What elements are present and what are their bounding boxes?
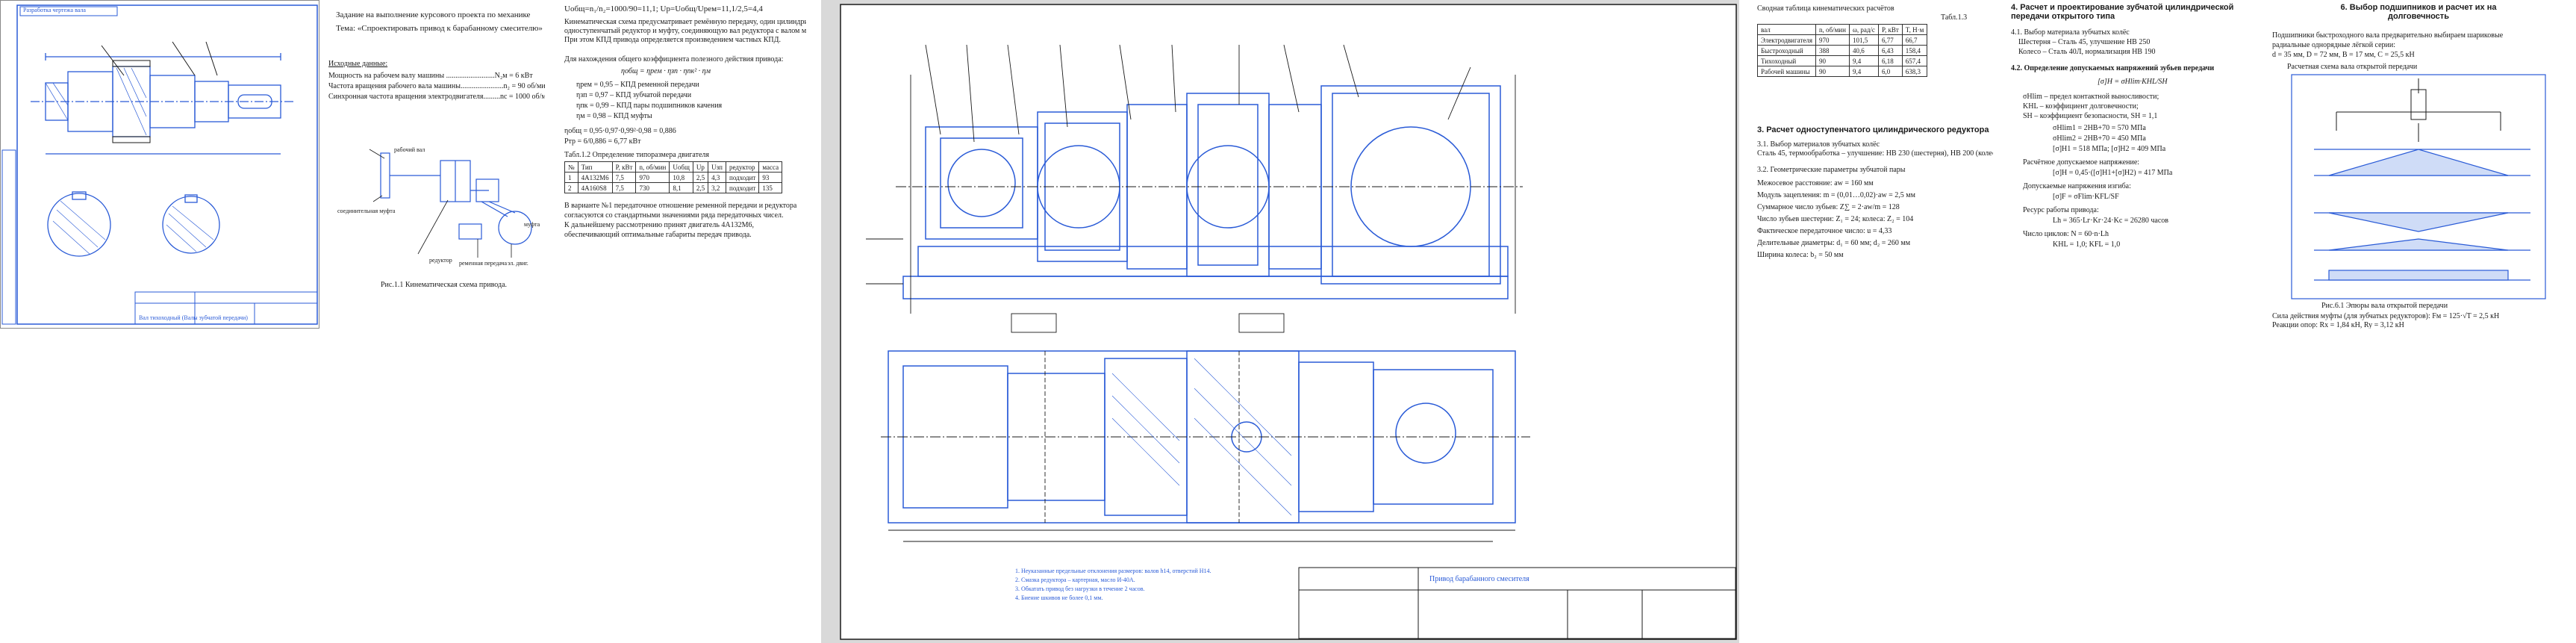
calc-line-1: Межосевое расстояние: aw = 160 мм — [1757, 179, 1874, 187]
calc-para2c: К дальнейшему рассмотрению принят двигат… — [564, 221, 754, 229]
tech-note-3: 3. Обкатать привод без нагрузки в течени… — [1015, 585, 1145, 592]
shaft-footer-label: Вал тихоходный (Валы зубчатой передачи) — [139, 314, 248, 321]
calc-para1c: При этом КПД привода определяется произв… — [564, 36, 781, 44]
scheme-label-coupling: соединительная муфта — [337, 208, 396, 214]
assembly-drawing-graphic — [840, 4, 1737, 640]
stress-item-11: Ресурс работы привода: — [2023, 206, 2099, 214]
table-row: вал n, об/мин ω, рад/с P, кВт T, Н·м — [1756, 24, 1928, 35]
diagram-caption: Рис.6.1 Эпюры вала открытой передачи — [2321, 302, 2448, 310]
table-row: Электродвигателя 970 101,5 6,77 66,7 — [1756, 34, 1928, 46]
stress-item-7: Расчётное допускаемое напряжение: — [2023, 158, 2140, 167]
motor-table: № Тип P, кВт n, об/мин Uобщ Uр Uзп редуктор ма… — [564, 161, 783, 193]
stress-item-1: σHlim – предел контактной выносливости; — [2023, 93, 2159, 101]
ratio-formula: Uобщ=n₁/n₂=1000/90=11,1; Uр=Uобщ/Uрем=11… — [564, 4, 763, 13]
calc-line-6: Делительные диаметры: d₁ = 60 мм; d₂ = 2… — [1757, 239, 1911, 247]
scheme-label-reducer: редуктор — [429, 257, 452, 264]
stress-item-12: Lh = 365·Lг·Kг·24·Kс = 26280 часов — [2053, 217, 2169, 225]
eff-result: ηобщ = 0,95·0,97·0,99²·0,98 = 0,886 — [564, 127, 676, 135]
stress-item-3: SH – коэффициент безопасности, SH = 1,1 — [2023, 112, 2158, 120]
stress-item-5: σHlim2 = 2HB+70 = 450 МПа — [2053, 134, 2146, 143]
summary-table-number: Табл.1.3 — [1941, 13, 1968, 22]
stress-item-14: KHL = 1,0; KFL = 1,0 — [2053, 240, 2121, 249]
s31-text: Сталь 45, термообработка – улучшение: HB… — [1757, 149, 1993, 158]
tech-note-1: 1. Неуказанные предельные отклонения раз… — [1015, 568, 1211, 574]
scheme-label-motor: эл. двиг. — [508, 260, 528, 267]
bearings-conclusion: Сила действия муфты (для зубчатых редукт… — [2272, 312, 2500, 320]
section-4-heading: 4. Расчет и проектирование зубчатой цили… — [2011, 3, 2234, 21]
scheme-label-belt: ременная передача — [459, 260, 508, 267]
calc-line-3: Суммарное число зубьев: Z∑ = 2·aw/m = 12… — [1757, 203, 1900, 211]
sheet-open-gear: 4. Расчет и проектирование зубчатой цили… — [2008, 0, 2254, 329]
shaft-stamp-label: Разработка чертежа вала — [23, 7, 86, 13]
calc-line-2: Модуль зацепления: m = (0,01…0,02)·aw = … — [1757, 191, 1915, 199]
sheet-shaft-drawing: Разработка чертежа вала Вал тихоходный (… — [0, 0, 319, 329]
eff-formula: ηобщ = ηрем · ηзп · ηпк² · ηм — [621, 67, 711, 75]
power-result: Pтр = 6/0,886 = 6,77 кВт — [564, 137, 641, 146]
eff-label: Для нахождения общего коэффициента полез… — [564, 55, 784, 63]
tech-note-4: 4. Биение шкивов не более 0,1 мм. — [1015, 594, 1103, 601]
sheet-reducer-calc: Сводная таблица кинематических расчётов … — [1754, 0, 1993, 329]
moment-diagrams-graphic — [2291, 74, 2546, 299]
s41-pinion: Шестерня – Сталь 45, улучшение HB 250 — [2018, 38, 2151, 46]
stress-item-4: σHlim1 = 2HB+70 = 570 МПа — [2053, 124, 2146, 132]
eff-item-gear: ηзп = 0,97 – КПД зубчатой передачи — [576, 91, 692, 99]
assembly-stamp-title: Привод барабанного смесителя — [1429, 575, 1529, 583]
eff-item-bearing: ηпк = 0,99 – КПД пары подшипников качени… — [576, 102, 723, 110]
s32-heading: 3.2. Геометрические параметры зубчатой п… — [1757, 166, 1906, 174]
table-row: Быстроходный 388 40,6 6,43 158,4 — [1756, 45, 1928, 56]
tech-note-2: 2. Смазка редуктора – картерная, масло И… — [1015, 577, 1135, 583]
s31-heading: 3.1. Выбор материалов зубчатых колёс — [1757, 140, 1880, 149]
scheme-caption: Рис.1.1 Кинематическая схема привода. — [381, 281, 508, 289]
scheme-label-work-shaft: рабочий вал — [394, 146, 425, 153]
calc-para2b: согласуются со стандартными значениями р… — [564, 211, 784, 220]
stress-item-8: [σ]H = 0,45·([σ]H1+[σ]H2) = 417 МПа — [2053, 169, 2173, 177]
kinematic-scheme-graphic — [369, 149, 532, 258]
stress-item-6: [σ]H1 = 518 МПа; [σ]H2 = 409 МПа — [2053, 145, 2166, 153]
sheet-assignment: Задание на выполнение курсового проекта … — [328, 0, 545, 329]
bearings-conclusion-2: Реакции опор: Rx = 1,84 кН, Ry = 3,12 кН — [2272, 321, 2404, 329]
stress-item-10: [σ]F = σFlim·KFL/SF — [2053, 193, 2119, 201]
table-row: 1 4A132M6 7,5 970 10,8 2,5 4,3 подходит 93 — [564, 172, 783, 183]
motor-table-title: Табл.1.2 Определение типоразмера двигате… — [564, 151, 709, 159]
summary-table: вал n, об/мин ω, рад/с P, кВт T, Н·м Электро… — [1756, 24, 1928, 77]
table-row: Тихоходный 90 9,4 6,18 657,4 — [1756, 55, 1928, 66]
table-row: Рабочей машины 90 9,4 6,0 638,3 — [1756, 66, 1928, 77]
eff-item-belt: ηрем = 0,95 – КПД ременной передачи — [576, 81, 699, 89]
section-3-heading: 3. Расчет одноступенчатого цилиндрическо… — [1757, 125, 1989, 134]
s42-heading: 4.2. Определение допускаемых напряжений … — [2011, 64, 2215, 72]
s41-heading: 4.1. Выбор материала зубчатых колёс — [2011, 28, 2130, 37]
calc-para2d: обеспечивающий оптимальные габариты пере… — [564, 231, 752, 239]
shaft-drawing-graphic — [1, 4, 318, 325]
sheet-kinematic-calc: Uобщ=n₁/n₂=1000/90=11,1; Uр=Uобщ/Uрем=11… — [561, 0, 806, 329]
calc-line-5: Фактическое передаточное число: u = 4,33 — [1757, 227, 1892, 235]
scheme-label-muf: муфта — [524, 221, 540, 228]
calc-para2: В варианте №1 передаточное отношение рем… — [564, 202, 797, 210]
calc-para1: Кинематическая схема предусматривает рем… — [564, 18, 806, 26]
sheet-assembly-drawing: 1. Неуказанные предельные отклонения раз… — [821, 0, 1739, 643]
stress-formula: [σ]H = σHlim·KHL/SH — [2098, 78, 2168, 86]
calc-line-4: Число зубьев шестерни: Z₁ = 24; колеса: … — [1757, 215, 1914, 223]
s41-wheel: Колесо – Сталь 40Л, нормализация HB 190 — [2018, 48, 2156, 56]
stress-item-2: KHL – коэффициент долговечности; — [2023, 102, 2139, 111]
summary-table-caption: Сводная таблица кинематических расчётов — [1757, 4, 1894, 13]
sheet-bearings: 6. Выбор подшипников и расчет их на долг… — [2269, 0, 2576, 329]
table-row: 2 4A160S8 7,5 730 8,1 2,5 3,2 подходит 135 — [564, 182, 783, 193]
stress-item-9: Допускаемые напряжения изгиба: — [2023, 182, 2131, 190]
stress-item-13: Число циклов: N = 60·n·Lh — [2023, 230, 2109, 238]
calc-para1b: одноступенчатый редуктор и муфту, соедин… — [564, 27, 806, 35]
table-row: № Тип P, кВт n, об/мин Uобщ Uр Uзп редуктор ма… — [564, 161, 783, 173]
calc-line-7: Ширина колеса: b₂ = 50 мм — [1757, 251, 1844, 259]
eff-item-coupling: ηм = 0,98 – КПД муфты — [576, 112, 652, 120]
